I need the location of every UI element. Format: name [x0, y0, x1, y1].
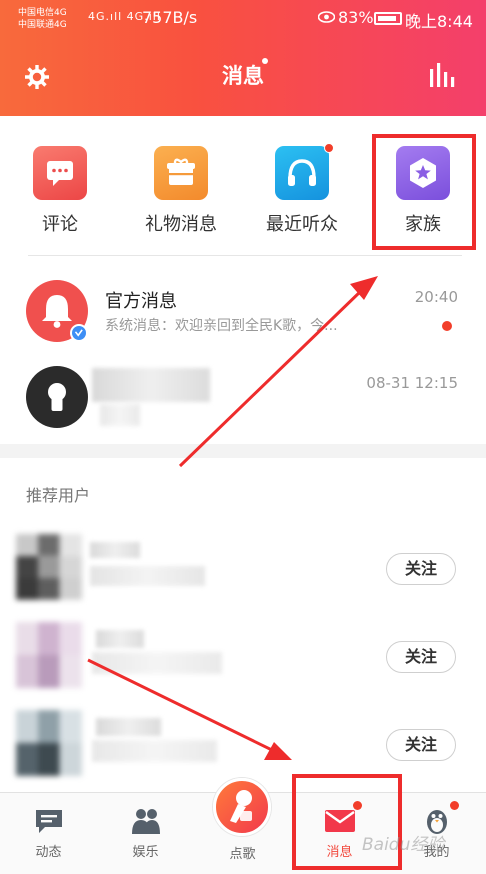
entry-label: 最近听众 — [266, 214, 338, 235]
microphone-icon — [230, 790, 252, 823]
people-icon — [130, 807, 162, 835]
recommend-user-row[interactable]: 关注 — [0, 528, 486, 608]
watermark: Baidu经验 — [362, 835, 445, 855]
messages-screen: 中国电信4G 中国联通4G 4G.ıll 4G.ıll 757B/s 83% 晚… — [0, 0, 486, 874]
redacted-info — [92, 740, 217, 762]
section-gap — [0, 444, 486, 458]
follow-button[interactable]: 关注 — [386, 553, 456, 585]
message-title: 官方消息 — [105, 291, 177, 312]
redacted-preview — [100, 404, 140, 426]
feed-icon — [33, 807, 65, 835]
follow-button[interactable]: 关注 — [386, 729, 456, 761]
redacted-name — [92, 368, 210, 402]
nav-label: 点歌 — [229, 847, 256, 862]
message-preview: 系统消息：欢迎亲回到全民K歌，今... — [105, 318, 338, 334]
nav-item-entertainment[interactable]: 娱乐 — [97, 793, 194, 874]
entry-gift[interactable]: 礼物消息 — [126, 146, 236, 246]
redacted-name — [96, 718, 161, 736]
redacted-info — [92, 652, 222, 674]
highlight-box-messages — [292, 774, 402, 870]
sing-button[interactable] — [213, 778, 271, 836]
recommend-user-row[interactable]: 关注 — [0, 704, 486, 784]
nav-item-feed[interactable]: 动态 — [0, 793, 97, 874]
avatar — [16, 622, 82, 688]
network-speed: 757B/s — [142, 8, 198, 27]
entry-comment[interactable]: 评论 — [5, 146, 115, 246]
avatar — [16, 710, 82, 776]
bar-chart-icon[interactable] — [428, 63, 458, 87]
message-time: 20:40 — [414, 288, 458, 306]
recommend-user-row[interactable]: 关注 — [0, 616, 486, 696]
status-time: 晚上8:44 — [405, 12, 473, 31]
entry-label: 礼物消息 — [145, 214, 217, 235]
recommend-title: 推荐用户 — [26, 486, 91, 505]
follow-button[interactable]: 关注 — [386, 641, 456, 673]
new-badge-dot — [324, 143, 334, 153]
carrier-info: 中国电信4G 中国联通4G — [18, 7, 67, 31]
carrier-1: 中国电信4G — [18, 8, 67, 18]
title-badge-dot — [262, 58, 268, 64]
nav-label: 动态 — [35, 845, 62, 860]
header: 中国电信4G 中国联通4G 4G.ıll 4G.ıll 757B/s 83% 晚… — [0, 0, 486, 116]
unread-dot — [442, 321, 452, 331]
message-row-official[interactable]: 官方消息 系统消息：欢迎亲回到全民K歌，今... 20:40 — [0, 268, 486, 356]
avatar — [16, 534, 82, 600]
badge-dot — [449, 801, 459, 810]
keyhole-avatar-icon — [26, 366, 88, 428]
message-time: 08-31 12:15 — [366, 374, 458, 392]
nav-label: 娱乐 — [132, 845, 159, 860]
comment-icon — [33, 146, 87, 200]
divider — [28, 255, 462, 256]
entry-label: 评论 — [42, 214, 78, 235]
redacted-name — [90, 542, 140, 558]
carrier-2: 中国联通4G — [18, 20, 67, 30]
entry-listeners[interactable]: 最近听众 — [247, 143, 357, 246]
status-bar: 中国电信4G 中国联通4G 4G.ıll 4G.ıll 757B/s 83% 晚… — [0, 0, 486, 38]
page-title: 消息 — [222, 64, 264, 88]
highlight-box-family — [372, 134, 476, 250]
redacted-info — [90, 566, 205, 586]
battery-percent: 83% — [338, 8, 374, 27]
battery-icon — [374, 12, 402, 25]
headphones-icon — [275, 143, 334, 200]
redacted-name — [96, 630, 144, 648]
verified-icon — [70, 324, 88, 342]
eye-icon — [318, 11, 335, 23]
gift-icon — [154, 146, 208, 200]
message-row-private[interactable]: 08-31 12:15 — [0, 356, 486, 444]
